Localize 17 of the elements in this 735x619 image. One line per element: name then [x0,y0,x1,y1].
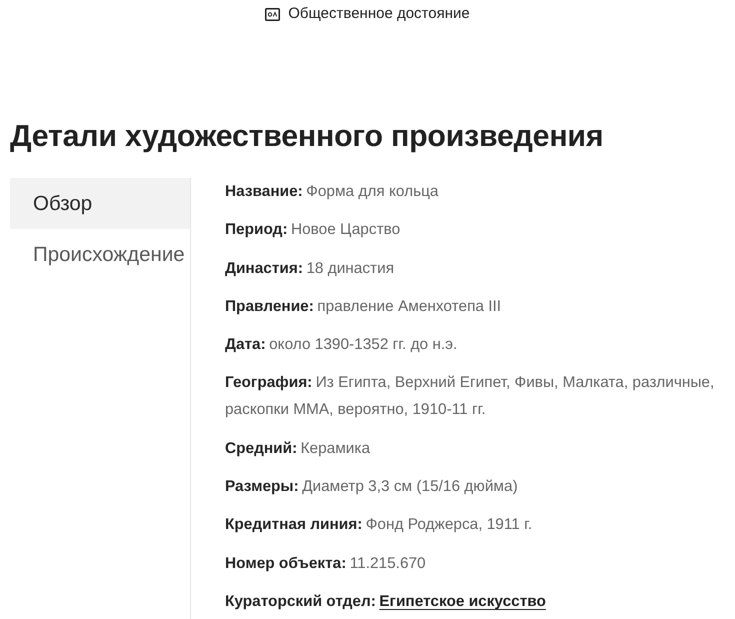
detail-row-text: География: Из Египта, Верхний Египет, Фивы, Малката, различные, раскопки MMA, вероятно, 1910-11 гг. [225,373,716,420]
page-title: Детали художественного произведения [10,120,604,154]
detail-row-text: Кураторский отдел: Египетское искусство [225,592,547,612]
license-label: Общественное достояние [288,5,470,23]
detail-row-text: Название: Форма для кольца [225,182,440,202]
detail-row-text: Размеры: Диаметр 3,3 см (15/16 дюйма) [225,477,519,498]
tab[interactable]: Обзор [10,178,190,229]
tab[interactable]: Происхождение [10,229,190,280]
detail-row-text: Номер объекта: 11.215.670 [225,554,427,574]
label-icon [265,8,280,20]
detail-row-text: Правление: правление Аменхотепа III [225,296,502,317]
detail-row-text: Дата: около 1390-1352 гг. до н.э. [225,335,458,356]
detail-row-text: Средний: Керамика [225,438,372,459]
detail-row-text: Династия: 18 династия [225,258,396,279]
department-link[interactable]: Египетское искусство [379,592,546,610]
detail-row-text: Кредитная линия: Фонд Роджерса, 1911 г. [225,515,534,536]
detail-row-text: Период: Новое Царство [225,220,402,240]
